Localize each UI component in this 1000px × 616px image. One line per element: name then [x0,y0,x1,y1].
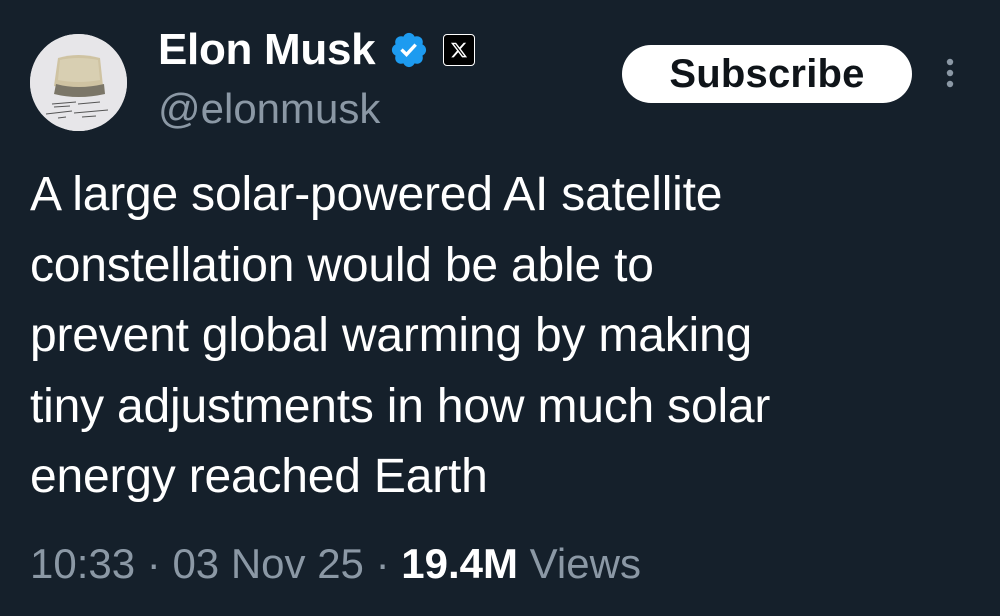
author-handle[interactable]: @elonmusk [158,84,380,134]
author-name-row: Elon Musk [158,22,476,78]
views-label: Views [529,540,641,587]
tweet-text: A large solar-powered AI satellite const… [30,168,771,503]
subscribe-button[interactable]: Subscribe [622,45,912,103]
meta-separator: · [146,540,161,587]
tweet-card: Elon Musk @elonmusk Subscribe A large so… [0,0,1000,616]
x-logo-icon [443,34,476,66]
author-display-name[interactable]: Elon Musk [158,22,376,78]
more-vertical-icon[interactable] [936,56,964,92]
tweet-date[interactable]: 03 Nov 25 [172,540,363,587]
verified-badge-icon[interactable] [389,30,429,70]
meta-separator: · [375,540,390,587]
avatar[interactable] [30,34,127,131]
tweet-time[interactable]: 10:33 [30,540,135,587]
tweet-meta: 10:33 · 03 Nov 25 · 19.4M Views [30,534,641,594]
views-count[interactable]: 19.4M [401,540,518,587]
